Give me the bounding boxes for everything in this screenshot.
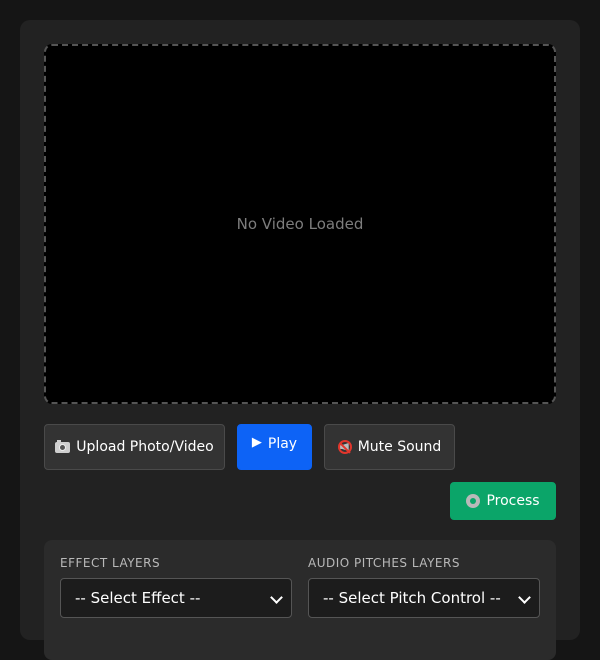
effect-select-value: -- Select Effect -- bbox=[75, 589, 201, 607]
upload-button-label: Upload Photo/Video bbox=[76, 439, 214, 455]
pitch-select[interactable]: -- Select Pitch Control -- bbox=[308, 578, 540, 618]
effect-select[interactable]: -- Select Effect -- bbox=[60, 578, 292, 618]
mute-button-label: Mute Sound bbox=[357, 439, 442, 455]
chevron-down-icon bbox=[270, 591, 283, 604]
editor-panel: No Video Loaded Upload Photo/Video ▶ Pla… bbox=[20, 20, 580, 660]
pitch-select-value: -- Select Pitch Control -- bbox=[323, 589, 501, 607]
process-button-label: Process bbox=[486, 493, 540, 509]
chevron-down-icon bbox=[518, 591, 531, 604]
camera-icon bbox=[55, 439, 71, 453]
play-button-label: Play bbox=[267, 436, 298, 452]
audio-pitches-title: AUDIO PITCHES LAYERS bbox=[308, 556, 460, 570]
layers-panel: EFFECT LAYERS AUDIO PITCHES LAYERS -- Se… bbox=[44, 540, 556, 660]
gear-icon bbox=[466, 494, 481, 508]
play-button[interactable]: ▶ Play bbox=[237, 424, 312, 470]
play-icon: ▶ bbox=[251, 435, 262, 450]
process-button[interactable]: Process bbox=[450, 482, 556, 520]
upload-button[interactable]: Upload Photo/Video bbox=[44, 424, 225, 470]
effect-layers-title: EFFECT LAYERS bbox=[60, 556, 161, 570]
mute-icon bbox=[337, 440, 352, 454]
video-preview[interactable]: No Video Loaded bbox=[44, 44, 556, 404]
no-video-message: No Video Loaded bbox=[236, 215, 364, 233]
mute-button[interactable]: Mute Sound bbox=[324, 424, 455, 470]
